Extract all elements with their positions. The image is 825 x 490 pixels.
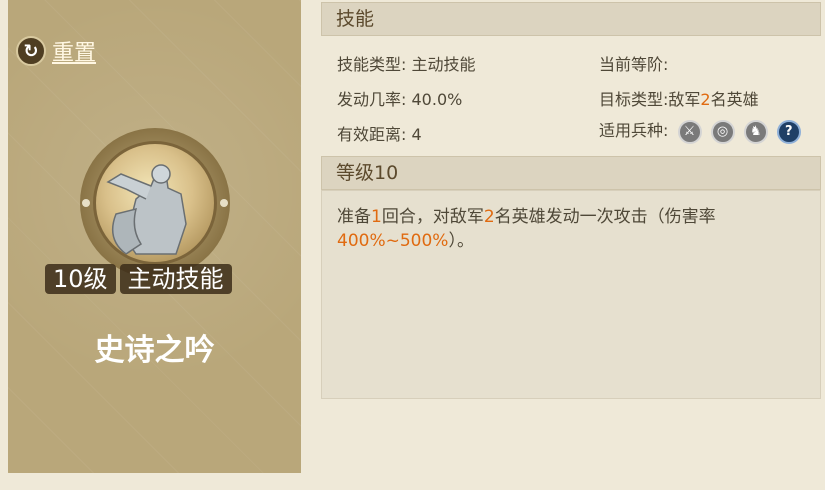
skill-type-label: 技能类型:	[337, 55, 407, 74]
desc-rounds: 1	[371, 207, 382, 227]
target-suffix: 名英雄	[710, 90, 759, 109]
level-tag: 10级	[45, 264, 116, 294]
portrait-gem-left	[82, 199, 90, 207]
current-rank: 当前等阶:	[599, 51, 668, 75]
trigger-rate-label: 发动几率:	[337, 90, 407, 109]
target-type-label: 目标类型:	[599, 90, 669, 109]
level-section-header: 等级10	[321, 156, 821, 190]
desc-targets: 2	[483, 207, 495, 227]
level-description: 准备1回合，对敌军2名英雄发动一次攻击（伤害率 400%~500%）。	[337, 205, 797, 253]
reset-button[interactable]: ↻ 重置	[16, 35, 96, 67]
skill-name: 史诗之吟	[94, 333, 215, 368]
skill-section-header: 技能	[321, 2, 821, 36]
reset-icon: ↻	[16, 36, 46, 66]
target-icon[interactable]: ◎	[710, 119, 735, 144]
target-count: 2	[700, 90, 711, 109]
desc-part-3: 名英雄发动一次攻击（伤害率	[494, 207, 716, 227]
type-tag: 主动技能	[119, 264, 232, 294]
target-prefix: 敌军	[668, 90, 701, 109]
horse-icon[interactable]: ♞	[743, 119, 768, 144]
troop-label: 适用兵种:	[599, 121, 669, 140]
desc-part-2: 回合，对敌军	[381, 207, 484, 227]
reset-label: 重置	[52, 41, 97, 66]
current-rank-label: 当前等阶:	[599, 55, 669, 74]
sword-icon[interactable]: ⚔	[677, 119, 702, 144]
skill-portrait	[80, 128, 230, 278]
trigger-rate-value: 40.0%	[411, 90, 463, 109]
target-type: 目标类型:敌军2名英雄	[599, 86, 759, 110]
desc-part-4: ）。	[448, 231, 474, 251]
portrait-gem-right	[220, 199, 228, 207]
desc-damage-rate: 400%~500%	[337, 231, 449, 251]
trigger-rate: 发动几率: 40.0%	[337, 86, 462, 110]
range-label: 有效距离:	[337, 125, 407, 144]
skill-type-value: 主动技能	[411, 55, 476, 74]
question-icon[interactable]: ?	[776, 119, 801, 144]
desc-part-1: 准备	[337, 207, 371, 227]
warrior-illustration	[93, 141, 217, 265]
effective-range: 有效距离: 4	[337, 121, 422, 145]
troop-types: 适用兵种: ⚔ ◎ ♞ ?	[599, 117, 801, 144]
skill-type: 技能类型: 主动技能	[337, 51, 476, 75]
hero-tags: 10级 主动技能	[45, 264, 232, 294]
range-value: 4	[411, 125, 422, 144]
